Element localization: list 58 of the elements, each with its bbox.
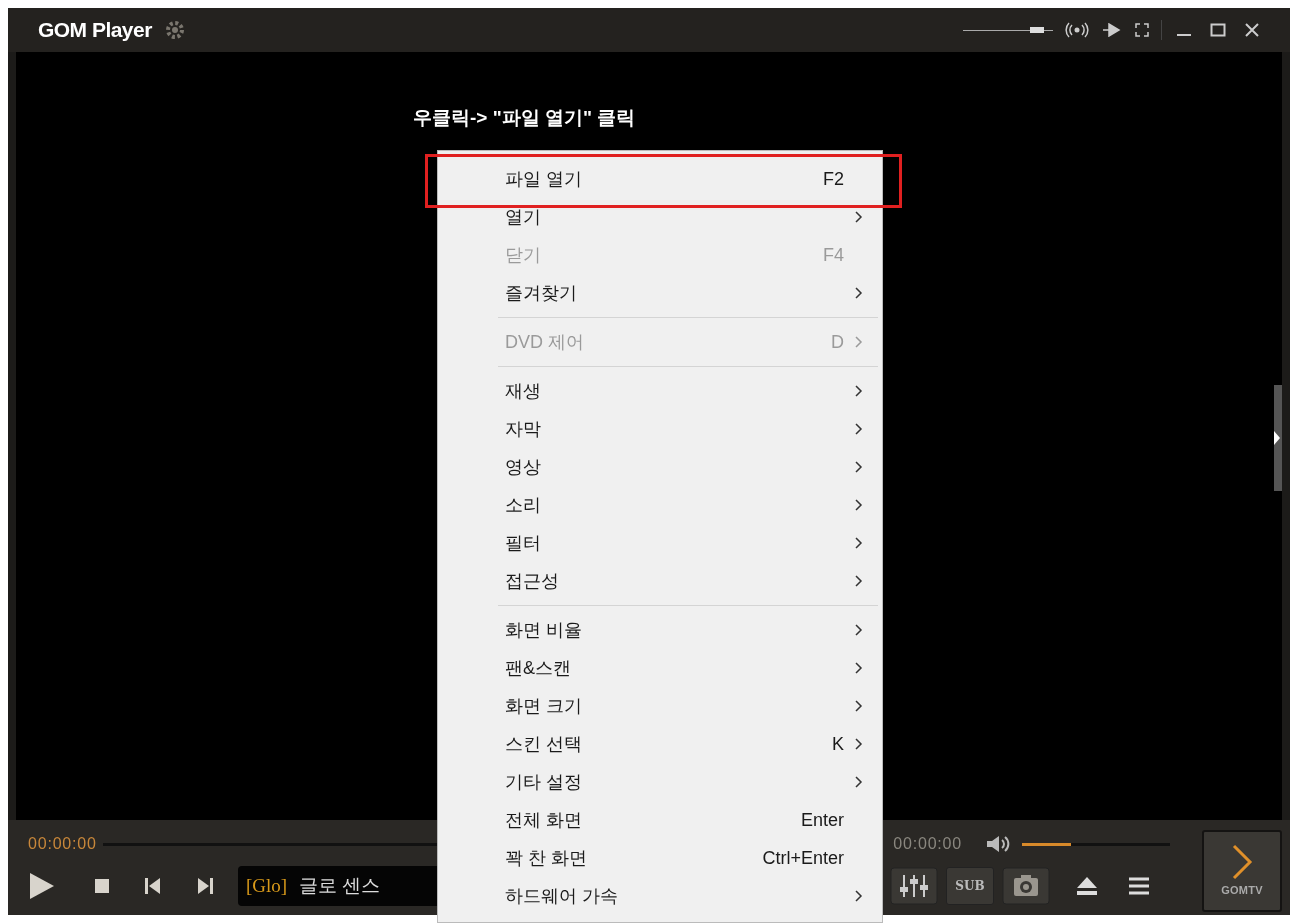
menu-item[interactable]: 재생 (438, 372, 882, 410)
camera-button[interactable] (1002, 867, 1050, 905)
chevron-right-icon (1230, 843, 1254, 880)
gomtv-button[interactable]: GOMTV (1202, 830, 1282, 912)
chevron-right-icon (854, 700, 864, 712)
menu-item[interactable]: 기타 설정 (438, 763, 882, 801)
menu-item[interactable]: 스킨 선택 K (438, 725, 882, 763)
menu-item[interactable]: 영상 (438, 448, 882, 486)
broadcast-icon[interactable] (1065, 22, 1089, 38)
menu-item[interactable]: 접근성 (438, 562, 882, 600)
equalizer-button[interactable] (890, 867, 938, 905)
eject-icon[interactable] (1076, 876, 1098, 896)
annotation-text: 우클릭-> "파일 열기" 클릭 (413, 106, 636, 130)
pin-icon[interactable] (1103, 23, 1121, 37)
slider-thumb[interactable] (1029, 27, 1044, 33)
maximize-icon[interactable] (1210, 22, 1226, 38)
chevron-right-icon (854, 423, 864, 435)
playlist-title: 글로 센스 (299, 873, 381, 898)
play-icon[interactable] (28, 871, 56, 901)
chevron-right-icon (854, 738, 864, 750)
menu-item[interactable]: 화면 크기 (438, 687, 882, 725)
menu-item[interactable]: 소리 (438, 486, 882, 524)
fullscreen-icon[interactable] (1135, 23, 1149, 37)
menu-item[interactable]: 팬&스캔 (438, 649, 882, 687)
chevron-right-icon (854, 624, 864, 636)
chevron-right-icon (854, 461, 864, 473)
menu-item[interactable]: 자막 (438, 410, 882, 448)
side-panel-handle[interactable] (1272, 385, 1282, 491)
menu-item[interactable]: 파일 열기 F2 (438, 160, 882, 198)
chevron-right-icon (854, 499, 864, 511)
chevron-right-icon (854, 211, 864, 223)
playlist-tag: [Glo] (246, 871, 288, 901)
menu-icon[interactable] (1128, 876, 1150, 896)
chevron-right-icon (854, 287, 864, 299)
volume-slider[interactable] (1022, 842, 1170, 846)
next-icon[interactable] (196, 877, 214, 895)
stop-icon[interactable] (94, 878, 110, 894)
elapsed-time: 00:00:00 (28, 834, 97, 854)
chevron-right-icon (854, 336, 864, 348)
total-time: 00:00:00 (893, 834, 962, 854)
chevron-right-icon (854, 776, 864, 788)
menu-item[interactable]: 즐겨찾기 (438, 274, 882, 312)
chevron-right-icon (854, 890, 864, 902)
menu-item[interactable]: 화면 비율 (438, 611, 882, 649)
opacity-slider[interactable] (963, 24, 1053, 36)
volume-icon[interactable] (986, 835, 1012, 853)
chevron-right-icon (854, 385, 864, 397)
close-icon[interactable] (1244, 22, 1260, 38)
chevron-right-icon (854, 662, 864, 674)
menu-item[interactable]: 열기 (438, 198, 882, 236)
previous-icon[interactable] (144, 877, 162, 895)
menu-item[interactable]: 전체 화면 Enter (438, 801, 882, 839)
window-title: GOM Player (38, 17, 152, 44)
subtitle-button[interactable]: SUB (946, 867, 994, 905)
settings-icon[interactable] (163, 19, 186, 41)
chevron-right-icon (854, 575, 864, 587)
menu-item[interactable]: 필터 (438, 524, 882, 562)
chevron-right-icon (854, 537, 864, 549)
